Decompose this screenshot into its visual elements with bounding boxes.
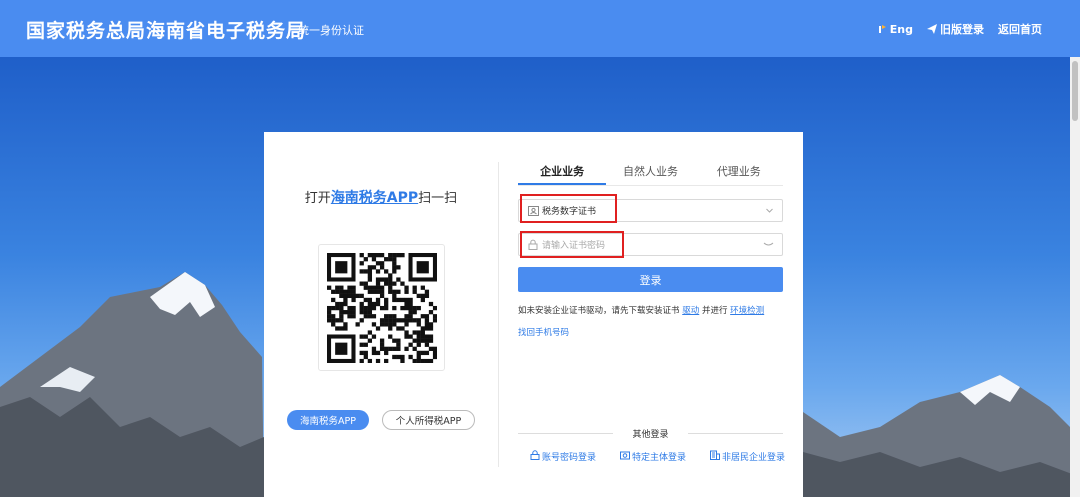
business-tabs: 企业业务 自然人业务 代理业务 (518, 162, 783, 186)
back-home-link[interactable]: 返回首页 (998, 21, 1042, 37)
qr-login-panel: 打开海南税务APP扫一扫 海南税务APP 个人所得税APP (264, 132, 498, 497)
hint-text: 如未安装企业证书驱动，请先下载安装证书 (518, 306, 680, 316)
login-card: 打开海南税务APP扫一扫 海南税务APP 个人所得税APP 企业业务 自然人业务… (264, 132, 803, 497)
old-version-login-link[interactable]: 旧版登录 (927, 21, 984, 37)
eye-hidden-icon[interactable] (763, 240, 774, 252)
lock-open-icon (530, 450, 540, 463)
scrollbar-thumb[interactable] (1072, 61, 1078, 121)
header-nav: Eng 旧版登录 返回首页 (878, 21, 1042, 37)
language-icon (878, 24, 887, 34)
certificate-password-input[interactable]: 请输入证书密码 (518, 233, 783, 256)
qr-code-icon (327, 253, 437, 363)
specific-entity-login-label: 特定主体登录 (631, 453, 686, 463)
panel-divider (498, 162, 499, 467)
app-name-link[interactable]: 海南税务APP (331, 190, 418, 206)
site-title: 国家税务总局海南省电子税务局 (26, 20, 307, 42)
account-password-login-label: 账号密码登录 (542, 453, 597, 463)
tab-individual[interactable]: 自然人业务 (606, 162, 694, 185)
certificate-select-value: 税务数字证书 (542, 207, 597, 217)
tab-enterprise[interactable]: 企业业务 (518, 162, 607, 185)
tab-agency[interactable]: 代理业务 (695, 162, 783, 185)
chevron-down-icon (765, 206, 774, 218)
english-link[interactable]: Eng (878, 23, 913, 36)
send-icon (927, 24, 937, 34)
credential-login-panel: 企业业务 自然人业务 代理业务 税务数字证书 请输入证书密码 登录 如未安装企业… (518, 132, 785, 497)
id-card-icon (528, 205, 539, 216)
title-separator (289, 22, 290, 36)
top-header: 国家税务总局海南省电子税务局 统一身份认证 Eng 旧版登录 返回首页 (0, 0, 1080, 57)
driver-hint: 如未安装企业证书驱动，请先下载安装证书 驱动 并进行 环境检测 (518, 304, 788, 316)
lock-icon (528, 239, 539, 250)
nonresident-enterprise-login-label: 非居民企业登录 (721, 453, 785, 463)
other-login-title: 其他登录 (518, 426, 783, 440)
building-icon (709, 450, 720, 463)
scan-suffix: 扫一扫 (418, 191, 458, 206)
scan-prefix: 打开 (304, 191, 331, 206)
vertical-scrollbar[interactable] (1070, 57, 1080, 497)
english-link-label: Eng (889, 22, 913, 36)
site-subtitle: 统一身份认证 (298, 24, 364, 37)
hainan-tax-app-button[interactable]: 海南税务APP (287, 410, 369, 430)
personal-tax-app-button[interactable]: 个人所得税APP (382, 410, 475, 430)
old-version-login-label: 旧版登录 (940, 23, 984, 36)
hint-mid-text: 并进行 (701, 306, 728, 316)
nonresident-enterprise-login[interactable]: 非居民企业登录 (709, 450, 785, 463)
qr-code (318, 244, 445, 371)
scan-instruction: 打开海南税务APP扫一扫 (264, 187, 498, 207)
certificate-select[interactable]: 税务数字证书 (518, 199, 783, 222)
find-phone-link[interactable]: 找回手机号码 (518, 326, 569, 338)
divider-right (688, 433, 783, 434)
other-login-options: 账号密码登录 特定主体登录 非居民企业登录 (530, 450, 785, 463)
camera-icon (619, 450, 630, 463)
environment-check-link[interactable]: 环境检测 (730, 306, 764, 316)
specific-entity-login[interactable]: 特定主体登录 (619, 450, 686, 463)
login-button[interactable]: 登录 (518, 267, 783, 292)
account-password-login[interactable]: 账号密码登录 (530, 450, 596, 463)
driver-download-link[interactable]: 驱动 (682, 306, 699, 316)
password-placeholder: 请输入证书密码 (542, 241, 606, 251)
back-home-label: 返回首页 (998, 23, 1042, 36)
